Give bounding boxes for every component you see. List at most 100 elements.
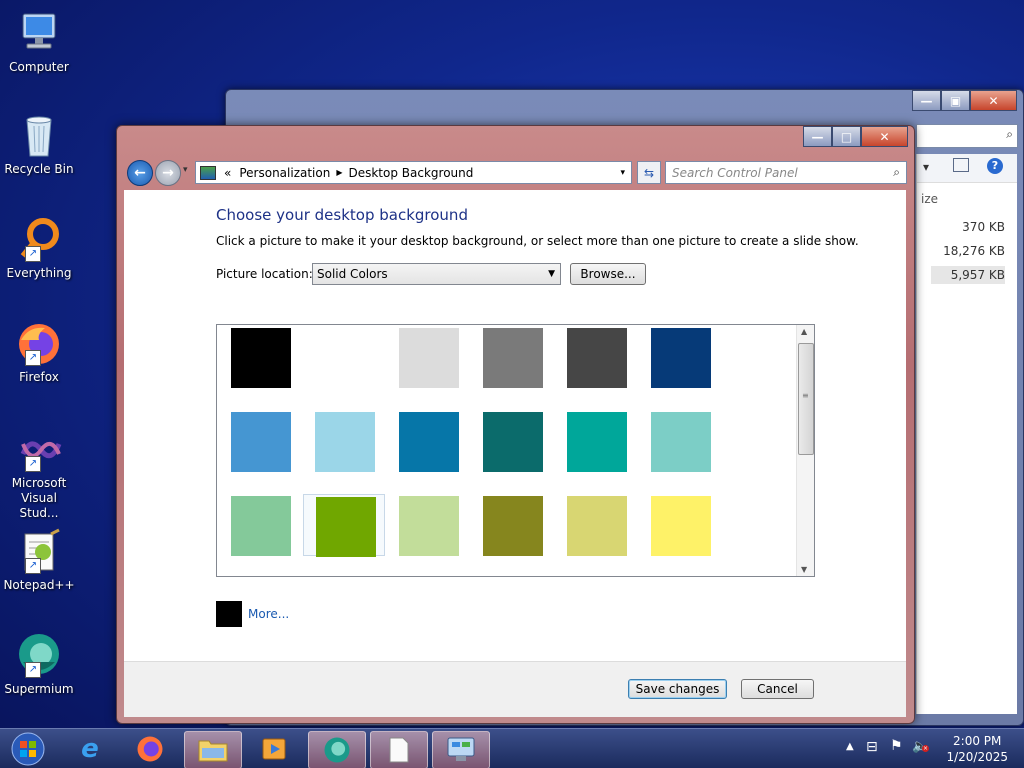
taskbar-notepad[interactable] <box>370 731 428 768</box>
breadcrumb-desktop-background[interactable]: Desktop Background <box>348 166 473 180</box>
color-swatch[interactable] <box>651 412 711 472</box>
swatch-cell[interactable] <box>639 326 721 388</box>
preview-pane-icon[interactable] <box>953 158 969 172</box>
forward-button[interactable]: → <box>155 160 181 186</box>
bg-search-box[interactable]: ⌕ <box>916 124 1018 148</box>
taskbar-file-explorer[interactable] <box>184 731 242 768</box>
search-icon[interactable]: ⌕ <box>893 165 900 180</box>
taskbar-internet-explorer[interactable]: e <box>62 731 118 767</box>
start-button[interactable] <box>2 731 54 767</box>
refresh-button[interactable]: ⇆ <box>637 161 661 184</box>
back-button[interactable]: ← <box>127 160 153 186</box>
desktop-icon-notepad-plus-plus[interactable]: ↗ Notepad++ <box>2 528 76 593</box>
breadcrumb-overflow[interactable]: « <box>224 166 231 180</box>
breadcrumb-personalization[interactable]: Personalization <box>239 166 330 180</box>
breadcrumb[interactable]: « Personalization ▶ Desktop Background ▾ <box>195 161 632 184</box>
taskbar-media-player[interactable] <box>246 731 302 767</box>
desktop-background-window[interactable]: — □ ✕ ← → ▾ « Personalization ▶ Desktop … <box>116 125 915 724</box>
close-button[interactable]: ✕ <box>861 126 908 147</box>
more-color-swatch[interactable] <box>216 601 242 627</box>
search-input[interactable]: Search Control Panel ⌕ <box>665 161 907 184</box>
page-description: Click a picture to make it your desktop … <box>216 234 859 248</box>
desktop-icon-firefox[interactable]: ↗ Firefox <box>2 320 76 385</box>
color-swatch-grid[interactable]: ▲ ≡ ▼ <box>216 324 815 577</box>
color-swatch[interactable] <box>231 496 291 556</box>
column-header-size[interactable]: ize <box>921 192 938 206</box>
desktop-icon-supermium[interactable]: ↗ Supermium <box>2 632 76 697</box>
swatch-cell[interactable] <box>555 326 637 388</box>
cancel-button[interactable]: Cancel <box>741 679 814 699</box>
desktop-icon-visual-studio[interactable]: ↗ Microsoft Visual Stud... <box>2 426 76 521</box>
color-swatch[interactable] <box>567 412 627 472</box>
control-panel-icon <box>447 737 475 761</box>
color-swatch[interactable] <box>567 328 627 388</box>
breadcrumb-separator-icon[interactable]: ▶ <box>336 168 342 177</box>
picture-location-select[interactable]: Solid Colors ▼ <box>312 263 561 285</box>
color-swatch[interactable] <box>316 497 376 557</box>
swatch-cell[interactable] <box>219 326 301 388</box>
swatch-cell[interactable] <box>303 326 385 388</box>
more-colors-link[interactable]: More... <box>248 607 289 621</box>
color-swatch[interactable] <box>231 328 291 388</box>
taskbar-control-panel[interactable] <box>432 731 490 768</box>
color-swatch[interactable] <box>399 496 459 556</box>
address-dropdown-icon[interactable]: ▾ <box>620 168 625 178</box>
color-swatch[interactable] <box>315 328 375 388</box>
help-icon[interactable]: ? <box>987 158 1003 174</box>
vertical-scrollbar[interactable]: ▲ ≡ ▼ <box>796 325 814 576</box>
swatch-cell[interactable] <box>471 494 553 556</box>
show-hidden-icons-icon[interactable]: ▲ <box>846 741 854 752</box>
action-center-flag-icon[interactable]: ⚑ <box>890 738 903 754</box>
desktop-icon-computer[interactable]: Computer <box>2 10 76 75</box>
network-icon[interactable]: ⊟ <box>866 739 878 755</box>
desktop-icon-recycle-bin[interactable]: Recycle Bin <box>2 112 76 177</box>
color-swatch[interactable] <box>399 328 459 388</box>
swatch-cell[interactable] <box>387 326 469 388</box>
swatch-cell[interactable] <box>555 410 637 472</box>
maximize-button[interactable]: ▣ <box>941 90 970 111</box>
refresh-icon: ⇆ <box>643 165 655 180</box>
swatch-cell[interactable] <box>303 494 385 557</box>
color-swatch[interactable] <box>483 496 543 556</box>
swatch-cell[interactable] <box>471 410 553 472</box>
color-swatch[interactable] <box>483 328 543 388</box>
desktop-icon-everything[interactable]: ↗ Everything <box>2 216 76 281</box>
color-swatch[interactable] <box>567 496 627 556</box>
swatch-cell[interactable] <box>387 410 469 472</box>
swatch-cell[interactable] <box>219 410 301 472</box>
swatch-cell[interactable] <box>639 494 721 556</box>
supermium-icon <box>324 737 350 763</box>
scrollbar-thumb[interactable]: ≡ <box>798 343 814 455</box>
chevron-down-icon[interactable]: ▾ <box>923 160 929 174</box>
recycle-bin-icon <box>15 112 63 160</box>
recent-pages-dropdown-icon[interactable]: ▾ <box>183 165 188 175</box>
firefox-icon: ↗ <box>15 320 63 368</box>
color-swatch[interactable] <box>651 328 711 388</box>
maximize-button[interactable]: □ <box>832 126 861 147</box>
swatch-cell[interactable] <box>303 410 385 472</box>
color-swatch[interactable] <box>651 496 711 556</box>
color-swatch[interactable] <box>399 412 459 472</box>
color-swatch[interactable] <box>315 412 375 472</box>
browse-button[interactable]: Browse... <box>570 263 646 285</box>
swatch-cell[interactable] <box>639 410 721 472</box>
scroll-down-icon[interactable]: ▼ <box>801 565 807 574</box>
taskbar-supermium[interactable] <box>308 731 366 768</box>
swatch-cell[interactable] <box>555 494 637 556</box>
file-size: 5,957 KB <box>930 266 1005 284</box>
swatch-cell[interactable] <box>471 326 553 388</box>
media-player-icon <box>262 738 286 760</box>
swatch-cell[interactable] <box>219 494 301 556</box>
close-button[interactable]: ✕ <box>970 90 1017 111</box>
picture-location-value: Solid Colors <box>317 267 388 281</box>
save-changes-button[interactable]: Save changes <box>628 679 727 699</box>
minimize-button[interactable]: — <box>912 90 941 111</box>
swatch-cell[interactable] <box>387 494 469 556</box>
scroll-up-icon[interactable]: ▲ <box>801 327 807 336</box>
color-swatch[interactable] <box>231 412 291 472</box>
taskbar-firefox[interactable] <box>122 731 178 767</box>
system-clock[interactable]: 2:00 PM 1/20/2025 <box>946 733 1008 765</box>
color-swatch[interactable] <box>483 412 543 472</box>
minimize-button[interactable]: — <box>803 126 832 147</box>
shortcut-arrow-icon: ↗ <box>25 662 41 678</box>
